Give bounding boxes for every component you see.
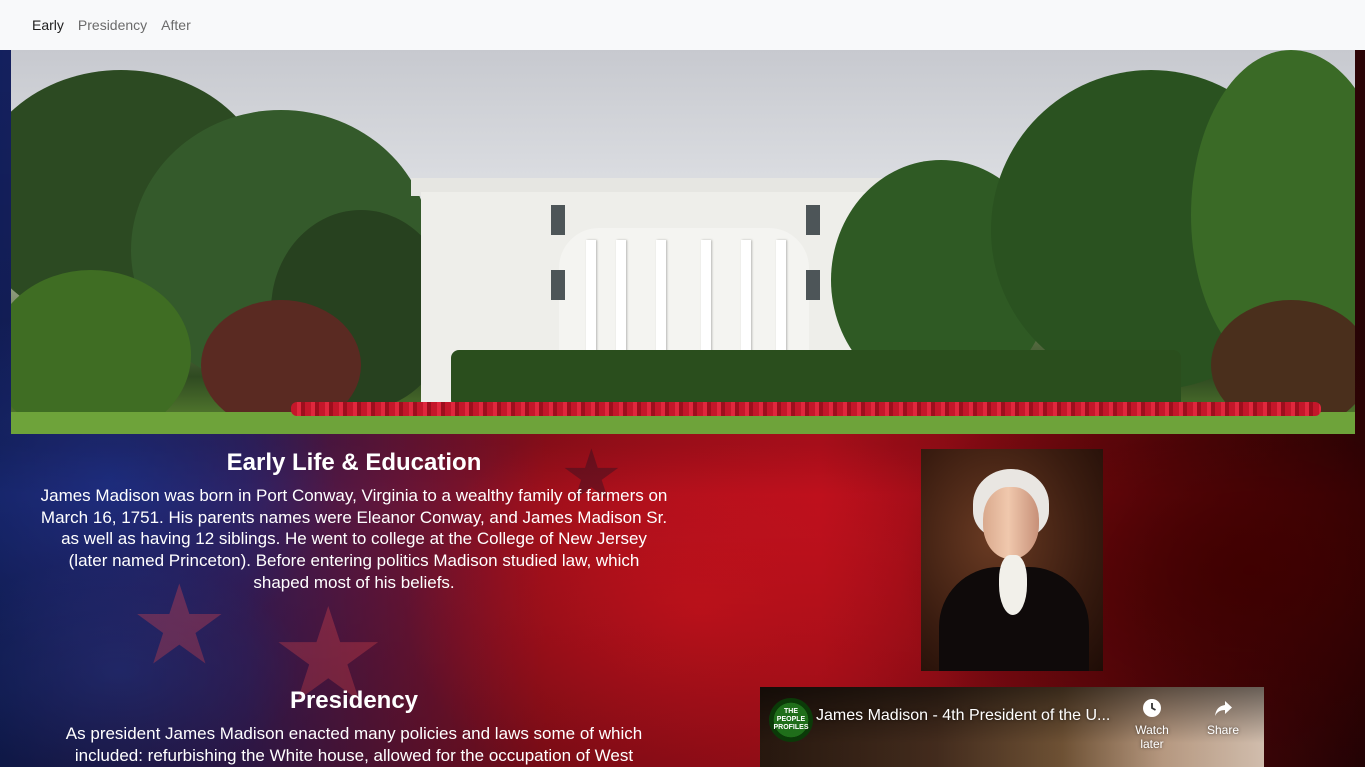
watch-later-button[interactable]: Watch later <box>1122 697 1182 751</box>
nav-link-presidency[interactable]: Presidency <box>78 17 147 33</box>
portrait-face <box>983 487 1039 559</box>
watch-later-label: Watch later <box>1135 723 1169 751</box>
early-life-heading: Early Life & Education <box>226 449 482 476</box>
hero-flower-bed <box>291 402 1321 416</box>
video-title[interactable]: James Madison - 4th President of the U..… <box>816 707 1110 725</box>
hero-hedge <box>451 350 1181 408</box>
portrait-cravat <box>999 555 1027 615</box>
share-icon <box>1215 701 1232 716</box>
clock-icon <box>1143 699 1161 717</box>
presidency-heading: Presidency <box>289 687 419 714</box>
house-window <box>551 205 565 235</box>
house-window <box>806 205 820 235</box>
house-window <box>806 270 820 300</box>
nav-link-after[interactable]: After <box>161 17 191 33</box>
early-life-text: James Madison was born in Port Conway, V… <box>40 486 668 592</box>
madison-portrait <box>921 449 1103 671</box>
hero-white-house-image <box>11 50 1355 434</box>
share-button[interactable]: Share <box>1193 697 1253 737</box>
nav-link-early[interactable]: Early <box>32 17 64 33</box>
share-label: Share <box>1206 723 1240 737</box>
youtube-video-embed[interactable]: THE PEOPLE PROFILES James Madison - 4th … <box>760 687 1264 767</box>
channel-logo[interactable]: THE PEOPLE PROFILES <box>769 698 813 742</box>
presidency-text: As president James Madison enacted many … <box>65 724 643 765</box>
top-navbar: Early Presidency After <box>0 0 1365 50</box>
house-window <box>551 270 565 300</box>
